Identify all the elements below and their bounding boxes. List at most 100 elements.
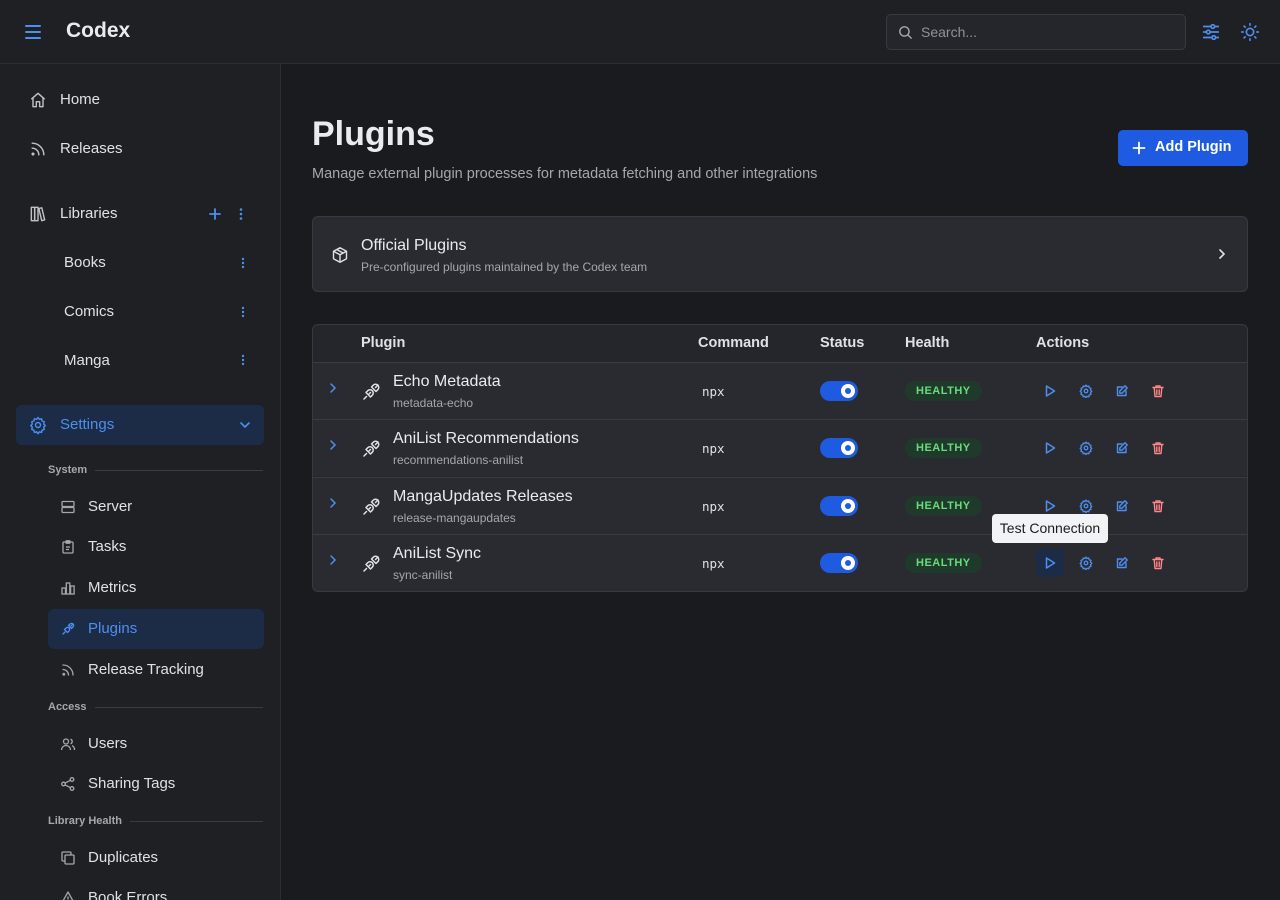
rss-icon [60,662,76,678]
section-label-system: System [48,464,88,476]
edit-button[interactable] [1108,377,1136,405]
sidebar-item-settings[interactable]: Settings [16,405,264,445]
plug-icon [361,382,381,402]
expand-chevron-icon[interactable] [327,382,339,394]
page-title: Plugins [312,115,435,153]
users-icon [60,736,76,752]
bar-chart-icon [60,580,76,596]
table-row: Echo Metadata metadata-echo npx HEALTHY [313,362,1247,419]
library-comics[interactable]: Comics [64,303,114,320]
sidebar-item-book-errors[interactable]: Book Errors [48,878,264,900]
edit-button[interactable] [1108,434,1136,462]
status-toggle[interactable] [820,496,858,516]
plugin-name: AniList Recommendations [393,430,579,447]
plug-icon [361,497,381,517]
configure-button[interactable] [1072,549,1100,577]
official-plugins-card[interactable]: Official Plugins Pre-configured plugins … [312,216,1248,292]
sidebar-item-label: Releases [60,140,123,157]
delete-button[interactable] [1144,377,1172,405]
sidebar-item-tasks[interactable]: Tasks [48,527,264,567]
edit-button[interactable] [1108,492,1136,520]
delete-button[interactable] [1144,549,1172,577]
brand-title[interactable]: Codex [66,19,130,43]
sidebar: Home Releases Libraries Books Comics Man… [0,64,281,900]
sidebar-item-label: Book Errors [88,889,168,900]
sidebar-item-duplicates[interactable]: Duplicates [48,838,264,878]
menu-icon[interactable] [22,22,44,42]
delete-button[interactable] [1144,492,1172,520]
plugin-command: npx [702,499,725,514]
chevron-right-icon [1215,247,1229,261]
plugin-slug: release-mangaupdates [393,511,516,525]
rss-icon [28,139,48,159]
adjustments-icon[interactable] [1200,21,1222,43]
page-subtitle: Manage external plugin processes for met… [312,166,818,182]
server-icon [60,499,76,515]
sidebar-item-label: Duplicates [88,849,159,866]
sidebar-item-release-tracking[interactable]: Release Tracking [48,650,264,690]
expand-chevron-icon[interactable] [327,497,339,509]
home-icon [28,90,48,110]
edit-button[interactable] [1108,549,1136,577]
search-box[interactable] [886,14,1186,50]
sidebar-item-sharing-tags[interactable]: Sharing Tags [48,764,264,804]
plugin-slug: recommendations-anilist [393,453,524,467]
test-connection-button[interactable] [1036,434,1064,462]
configure-button[interactable] [1072,434,1100,462]
configure-button[interactable] [1072,377,1100,405]
library-books-menu-icon[interactable] [235,255,251,271]
test-connection-button[interactable] [1036,377,1064,405]
sidebar-item-label: Sharing Tags [88,775,176,792]
plugin-command: npx [702,384,725,399]
sidebar-item-label: Settings [60,416,115,433]
health-badge: HEALTHY [905,381,982,401]
library-books[interactable]: Books [64,254,106,271]
search-input[interactable] [921,15,1176,49]
library-comics-menu-icon[interactable] [235,304,251,320]
library-manga[interactable]: Manga [64,352,110,369]
sidebar-item-label: Users [88,735,128,752]
expand-chevron-icon[interactable] [327,439,339,451]
sidebar-item-releases[interactable]: Releases [16,129,264,169]
share-icon [60,776,76,792]
section-divider [130,821,263,822]
plugin-command: npx [702,441,725,456]
sidebar-item-label: Home [60,91,101,108]
plugins-table: Plugin Command Status Health Actions Ech… [312,324,1248,592]
sidebar-item-home[interactable]: Home [16,80,264,120]
expand-chevron-icon[interactable] [327,554,339,566]
sidebar-item-label: Server [88,498,133,515]
clipboard-icon [60,539,76,555]
column-header-status: Status [820,335,865,351]
plus-icon [1132,141,1146,155]
plugin-command: npx [702,556,725,571]
add-plugin-button[interactable]: Add Plugin [1118,130,1248,166]
sidebar-item-metrics[interactable]: Metrics [48,568,264,608]
sidebar-item-users[interactable]: Users [48,724,264,764]
toggle-knob [841,384,855,398]
libraries-menu-icon[interactable] [233,206,249,222]
add-library-icon[interactable] [206,205,224,223]
plug-icon [361,439,381,459]
sidebar-item-plugins[interactable]: Plugins [48,609,264,649]
sun-icon[interactable] [1239,21,1261,43]
status-toggle[interactable] [820,553,858,573]
sidebar-item-libraries[interactable]: Libraries [16,194,264,234]
package-icon [331,246,349,264]
health-badge: HEALTHY [905,553,982,573]
health-badge: HEALTHY [905,438,982,458]
plug-icon [60,621,76,637]
status-toggle[interactable] [820,438,858,458]
table-row: AniList Recommendations recommendations-a… [313,419,1247,476]
test-connection-button[interactable] [1036,549,1064,577]
library-manga-menu-icon[interactable] [235,352,251,368]
books-icon [28,204,48,224]
toggle-knob [841,441,855,455]
status-toggle[interactable] [820,381,858,401]
delete-button[interactable] [1144,434,1172,462]
sidebar-item-server[interactable]: Server [48,487,264,527]
sidebar-item-label: Libraries [60,205,118,222]
section-label-access: Access [48,701,87,713]
section-divider [95,707,263,708]
gear-icon [28,415,48,435]
